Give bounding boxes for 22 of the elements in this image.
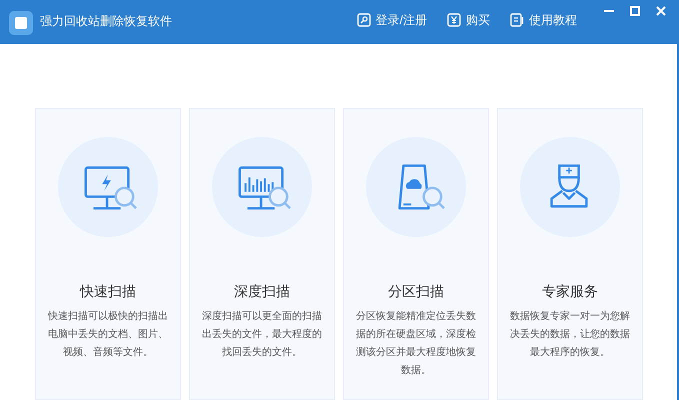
card-description: 快速扫描可以极快的扫描出电脑中丢失的文档、图片、视频、音频等文件。 <box>46 310 169 360</box>
header-link[interactable]: 登录/注册 <box>356 11 427 29</box>
window-title: 强力回收站删除恢复软件 <box>40 13 172 30</box>
feature-card[interactable]: 分区扫描 分区恢复能精准定位丢失数据的所在硬盘区域，深度检测该分区并最大程度地恢复数据。 <box>343 108 489 400</box>
maximize-icon <box>630 6 640 16</box>
card-description: 数据恢复专家一对一为您解决丢失的数据，让您的数据最大程序的恢复。 <box>509 310 631 360</box>
card-title: 快速扫描 <box>80 282 136 301</box>
close-icon <box>656 6 666 16</box>
yen-icon <box>447 13 461 27</box>
header-link[interactable]: 购买 <box>447 11 490 29</box>
document-icon <box>510 13 524 27</box>
card-title: 专家服务 <box>542 282 598 301</box>
header-link[interactable]: 使用教程 <box>510 11 577 29</box>
card-title: 深度扫描 <box>234 282 290 301</box>
feature-card[interactable]: 快速扫描 快速扫描可以极快的扫描出电脑中丢失的文档、图片、视频、音频等文件。 <box>35 108 181 400</box>
feature-card[interactable]: 深度扫描 深度扫描可以更全面的扫描出丢失的文件，最大程度的找回丢失的文件。 <box>189 108 335 400</box>
card-description: 深度扫描可以更全面的扫描出丢失的文件，最大程度的找回丢失的文件。 <box>201 310 323 360</box>
card-description: 分区恢复能精准定位丢失数据的所在硬盘区域，深度检测该分区并最大程度地恢复数据。 <box>355 310 477 378</box>
feature-card[interactable]: 专家服务 数据恢复专家一对一为您解决丢失的数据，让您的数据最大程序的恢复。 <box>497 108 643 400</box>
card-title: 分区扫描 <box>388 282 444 301</box>
key-icon <box>356 13 371 27</box>
app-logo-icon <box>6 8 36 38</box>
